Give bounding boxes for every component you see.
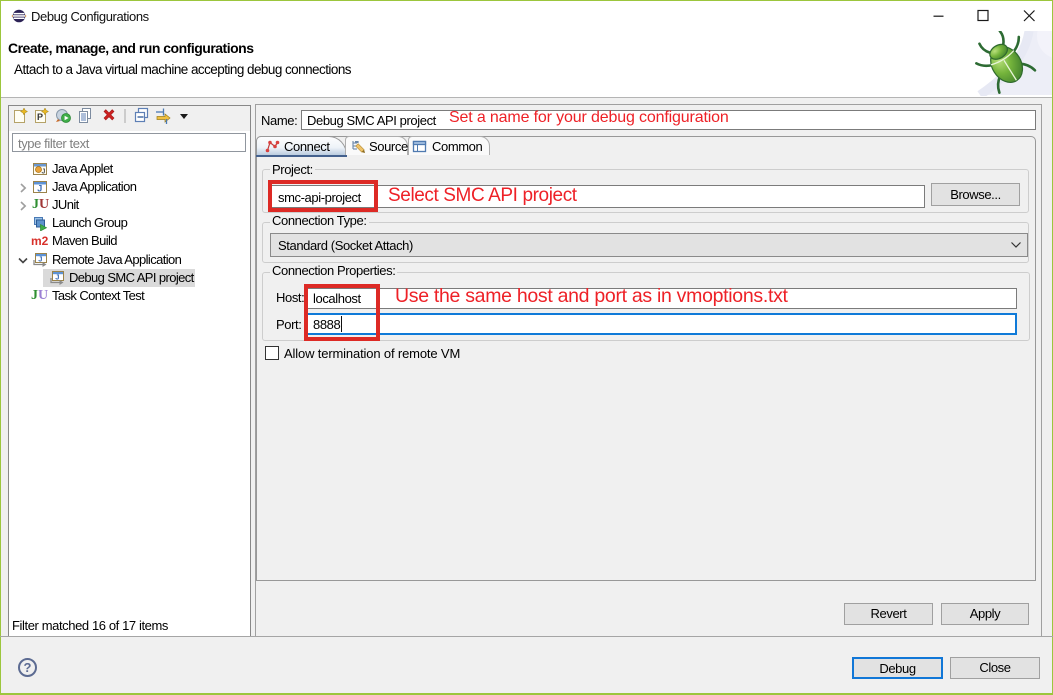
svg-text:J: J [55, 272, 59, 281]
svg-text:J: J [38, 254, 42, 263]
svg-text:J: J [37, 183, 42, 193]
svg-text:P: P [37, 112, 43, 122]
svg-text:J: J [41, 168, 45, 175]
